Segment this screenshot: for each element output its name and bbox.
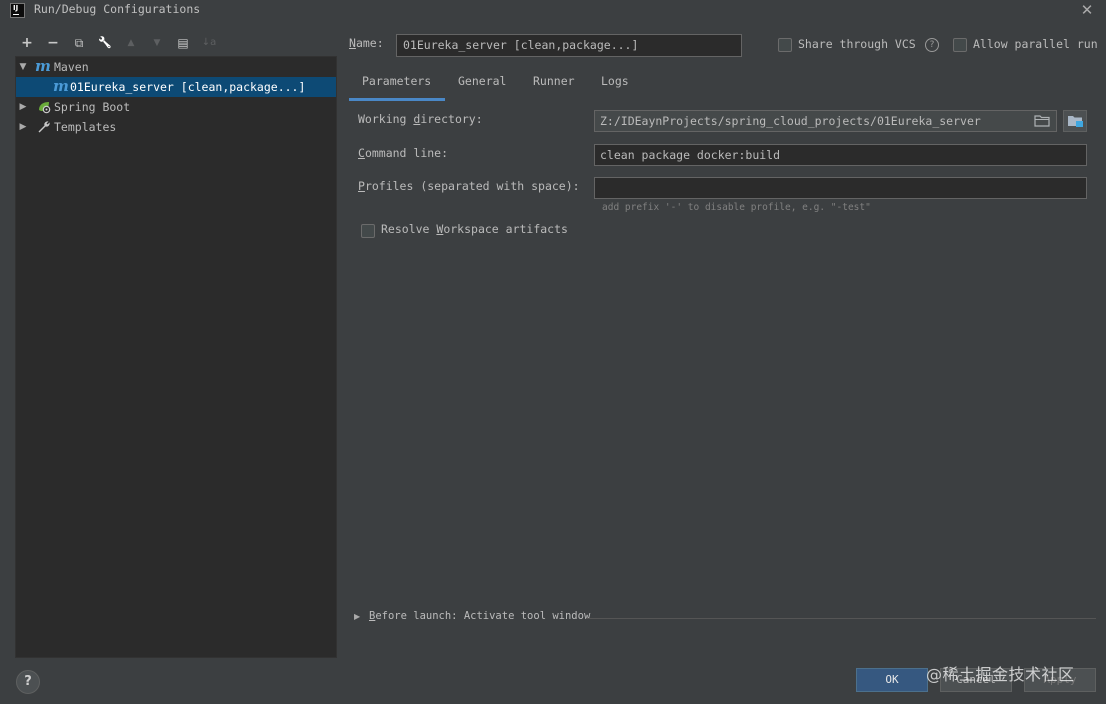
tree-item-maven[interactable]: ▼ m Maven [16, 57, 336, 77]
collapse-arrow-icon[interactable]: ▶ [18, 97, 28, 117]
working-directory-input[interactable]: Z:/IDEaynProjects/spring_cloud_projects/… [594, 110, 1057, 132]
active-tab-indicator [349, 98, 445, 101]
title-bar: IJ Run/Debug Configurations ✕ [0, 0, 1106, 22]
insert-macro-button[interactable] [1063, 110, 1087, 132]
command-line-input[interactable]: clean package docker:build [594, 144, 1087, 166]
expand-arrow-icon[interactable]: ▶ [354, 612, 360, 621]
tree-item-label: Templates [54, 120, 117, 134]
tab-logs[interactable]: Logs [589, 74, 641, 100]
share-vcs-label: Share through VCS [798, 37, 916, 51]
window-title: Run/Debug Configurations [34, 2, 201, 16]
resolve-workspace-checkbox[interactable] [361, 224, 375, 238]
wrench-icon[interactable]: 🔧 [97, 35, 113, 51]
tree-item-label: Maven [54, 60, 89, 74]
tree-item-eureka-server[interactable]: m 01Eureka_server [clean,package...] [16, 77, 336, 97]
copy-configuration-button[interactable]: ⧉ [71, 35, 87, 51]
collapse-arrow-icon[interactable]: ▶ [18, 117, 28, 137]
tab-general[interactable]: General [446, 74, 518, 100]
new-folder-icon[interactable]: ▤ [175, 35, 191, 51]
tree-item-templates[interactable]: ▶ Templates [16, 117, 336, 137]
wrench-icon [38, 121, 50, 133]
macro-folder-icon [1068, 116, 1083, 127]
profiles-input[interactable] [594, 177, 1087, 199]
move-up-button[interactable]: ▲ [123, 35, 139, 51]
tab-parameters[interactable]: Parameters [350, 74, 443, 100]
allow-parallel-run-checkbox[interactable] [953, 38, 967, 52]
profiles-hint: add prefix '-' to disable profile, e.g. … [602, 202, 871, 213]
before-launch-section[interactable]: Before launch: Activate tool window [369, 610, 590, 622]
configuration-tree[interactable]: ▼ m Maven m 01Eureka_server [clean,packa… [15, 56, 337, 658]
watermark: @稀土掘金技术社区 [926, 665, 1075, 684]
spring-boot-icon [39, 102, 51, 114]
tree-item-spring-boot[interactable]: ▶ Spring Boot [16, 97, 336, 117]
separator [586, 618, 1096, 619]
command-line-label: Command line: [358, 146, 449, 160]
folder-icon[interactable] [1034, 114, 1050, 127]
expand-arrow-icon[interactable]: ▼ [18, 57, 28, 77]
help-button[interactable]: ? [16, 670, 40, 694]
working-directory-label: Working directory: [358, 112, 483, 126]
ok-button[interactable]: OK [856, 668, 928, 692]
tree-item-label: Spring Boot [54, 100, 131, 114]
sort-icon[interactable]: ↓a [201, 35, 217, 51]
resolve-workspace-label: Resolve Workspace artifacts [381, 222, 568, 236]
name-label: Name: [349, 36, 384, 50]
add-configuration-button[interactable]: + [19, 35, 35, 51]
profiles-label: Profiles (separated with space): [358, 179, 580, 193]
tree-item-label: 01Eureka_server [clean,package...] [70, 80, 306, 94]
allow-parallel-run-label: Allow parallel run [973, 37, 1098, 51]
tab-runner[interactable]: Runner [521, 74, 587, 100]
name-input[interactable]: 01Eureka_server [clean,package...] [396, 34, 742, 57]
help-icon[interactable]: ? [925, 38, 939, 52]
maven-icon: m [53, 77, 69, 95]
close-icon[interactable]: ✕ [1078, 1, 1096, 19]
move-down-button[interactable]: ▼ [149, 35, 165, 51]
intellij-app-icon: IJ [10, 3, 25, 18]
share-vcs-checkbox[interactable] [778, 38, 792, 52]
remove-configuration-button[interactable]: − [45, 35, 61, 51]
maven-icon: m [35, 57, 51, 75]
